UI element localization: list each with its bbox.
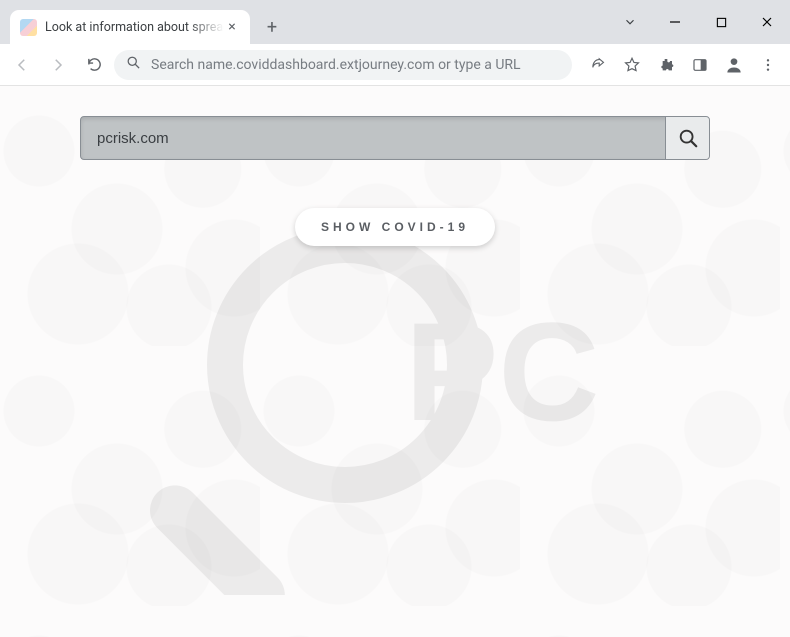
forward-button[interactable] xyxy=(42,49,74,81)
share-button[interactable] xyxy=(582,49,614,81)
magnifier-icon xyxy=(677,127,699,149)
maximize-button[interactable] xyxy=(698,5,744,39)
svg-text:PC: PC xyxy=(405,293,599,450)
tab-favicon xyxy=(20,19,37,36)
star-icon xyxy=(623,56,641,74)
share-icon xyxy=(590,56,607,73)
minimize-icon xyxy=(669,16,681,28)
omnibox-text: Search name.coviddashboard.extjourney.co… xyxy=(151,57,560,73)
show-covid-button[interactable]: SHOW COVID-19 xyxy=(295,208,495,246)
reload-button[interactable] xyxy=(78,49,110,81)
maximize-icon xyxy=(716,17,727,28)
minimize-button[interactable] xyxy=(652,5,698,39)
tab-search-button[interactable] xyxy=(614,7,646,37)
bookmark-button[interactable] xyxy=(616,49,648,81)
menu-button[interactable] xyxy=(752,49,784,81)
profile-button[interactable] xyxy=(718,49,750,81)
address-bar[interactable]: Search name.coviddashboard.extjourney.co… xyxy=(114,50,572,80)
arrow-right-icon xyxy=(49,56,67,74)
avatar-icon xyxy=(724,55,744,75)
tab-title: Look at information about spread of COVI… xyxy=(45,20,224,35)
close-icon xyxy=(761,16,773,28)
page-search-input[interactable] xyxy=(81,117,665,159)
search-icon xyxy=(126,55,141,74)
page-content: PC SHOW COVID-19 xyxy=(0,86,790,637)
sidepanel-button[interactable] xyxy=(684,49,716,81)
puzzle-icon xyxy=(658,57,674,73)
extensions-button[interactable] xyxy=(650,49,682,81)
page-search-bar xyxy=(80,116,710,160)
arrow-left-icon xyxy=(13,56,31,74)
new-tab-button[interactable]: + xyxy=(258,13,286,41)
kebab-icon xyxy=(760,57,776,73)
window-titlebar: Look at information about spread of COVI… xyxy=(0,0,790,44)
reload-icon xyxy=(86,56,103,73)
watermark-icon: PC xyxy=(135,195,655,595)
panel-icon xyxy=(692,57,708,73)
close-window-button[interactable] xyxy=(744,5,790,39)
chevron-down-icon xyxy=(623,15,637,29)
page-search-button[interactable] xyxy=(665,117,709,159)
back-button[interactable] xyxy=(6,49,38,81)
browser-toolbar: Search name.coviddashboard.extjourney.co… xyxy=(0,44,790,86)
window-controls xyxy=(614,0,790,44)
tab-close-button[interactable]: × xyxy=(224,19,240,35)
browser-tab[interactable]: Look at information about spread of COVI… xyxy=(10,10,250,44)
